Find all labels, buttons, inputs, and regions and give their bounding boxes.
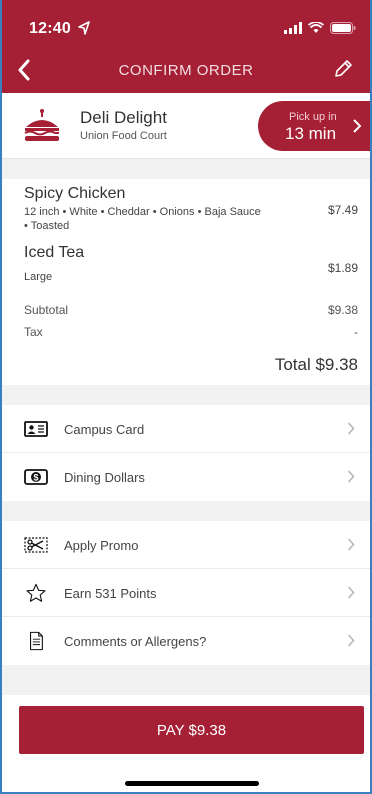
tax-label: Tax: [24, 325, 43, 339]
payment-methods-list: Campus Card $ Dining Dollars: [2, 405, 370, 501]
coupon-scissors-icon: [24, 537, 48, 553]
pickup-label: Pick up in: [289, 111, 337, 123]
chevron-right-icon: [353, 119, 362, 133]
subtotal-label: Subtotal: [24, 303, 69, 317]
order-summary: Spicy Chicken 12 inch • White • Cheddar …: [2, 179, 370, 385]
document-icon: [29, 631, 43, 651]
status-time: 12:40: [29, 20, 71, 37]
status-icons: [284, 22, 356, 34]
apply-promo-row[interactable]: Apply Promo: [2, 521, 370, 569]
sandwich-icon: [24, 109, 59, 141]
id-card-icon: [24, 421, 48, 437]
extras-list: Apply Promo Earn 531 Points Comments or …: [2, 521, 370, 665]
order-total: Total $9.38: [274, 355, 358, 374]
page-title: CONFIRM ORDER: [118, 62, 254, 79]
item-description: Large: [24, 271, 53, 283]
comments-label: Comments or Allergens?: [64, 634, 207, 649]
subtotal-value: $9.38: [327, 303, 358, 317]
apply-promo-label: Apply Promo: [64, 538, 139, 553]
item-name: Spicy Chicken: [24, 185, 126, 202]
home-indicator: [125, 781, 259, 786]
nav-bar: CONFIRM ORDER: [2, 50, 370, 90]
chevron-right-icon: [347, 470, 355, 483]
payment-campus-card[interactable]: Campus Card: [2, 405, 370, 453]
item-name: Iced Tea: [24, 244, 85, 261]
comments-allergens-row[interactable]: Comments or Allergens?: [2, 617, 370, 665]
earn-points-row[interactable]: Earn 531 Points: [2, 569, 370, 617]
chevron-right-icon: [347, 538, 355, 551]
payment-label: Campus Card: [64, 422, 145, 437]
payment-label: Dining Dollars: [64, 470, 145, 485]
payment-dining-dollars[interactable]: $ Dining Dollars: [2, 453, 370, 501]
chevron-right-icon: [347, 586, 355, 599]
chevron-right-icon: [347, 422, 355, 435]
item-description: 12 inch • White • Cheddar • Onions • Baj…: [24, 206, 261, 218]
earn-points-label: Earn 531 Points: [64, 586, 157, 601]
dollar-bill-icon: $: [24, 469, 48, 485]
star-icon: [26, 583, 46, 602]
header: 12:40 CONFIRM ORDER: [2, 0, 370, 93]
location-arrow-icon: [78, 21, 90, 35]
chevron-right-icon: [347, 634, 355, 647]
edit-pencil-icon[interactable]: [332, 58, 354, 80]
item-price: $1.89: [327, 261, 358, 275]
item-description-cont: • Toasted: [24, 220, 70, 232]
svg-text:$: $: [33, 473, 38, 483]
tax-value: -: [354, 325, 358, 339]
app-screen: 12:40 CONFIRM ORDER Deli Delight Union F…: [0, 0, 372, 794]
restaurant-panel: Deli Delight Union Food Court Pick up in…: [2, 93, 370, 159]
item-price: $7.49: [327, 203, 358, 217]
wifi-icon: [308, 22, 324, 33]
signal-icon: [284, 22, 302, 34]
pickup-time: 13 min: [285, 124, 337, 143]
pickup-time-button[interactable]: Pick up in 13 min: [258, 101, 370, 151]
restaurant-location: Union Food Court: [80, 130, 167, 142]
status-bar: 12:40: [2, 0, 370, 48]
restaurant-name: Deli Delight: [80, 108, 167, 127]
battery-icon: [330, 22, 356, 34]
pay-button[interactable]: PAY $9.38: [19, 706, 364, 754]
pay-area: PAY $9.38: [2, 695, 370, 792]
